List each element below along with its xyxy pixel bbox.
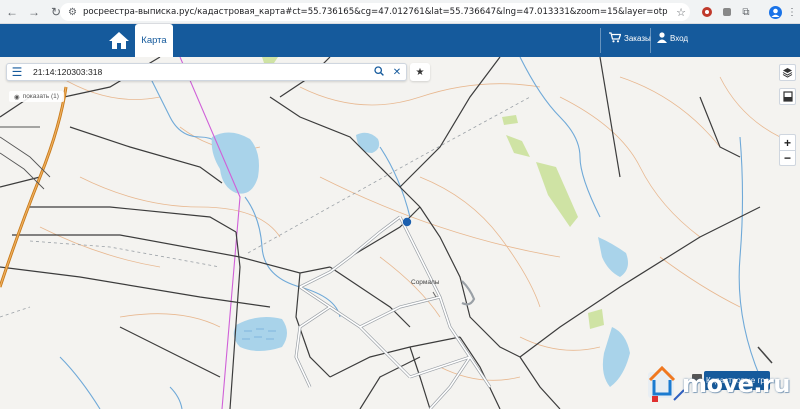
search-icon[interactable] [370,65,388,79]
map-symbol [757,346,773,364]
address-bar[interactable]: ⚙ росреестра-выписка.рус/кадастровая_кар… [60,3,690,21]
settlement-label: Сормалы [411,279,440,286]
forest-patch [502,115,518,125]
favorite-star-button[interactable]: ★ [410,63,430,81]
map-canvas[interactable] [0,57,800,409]
water-pond [356,132,380,153]
orders-button[interactable]: Заказы [609,32,651,45]
site-header: Карта Заказы Вход [0,24,800,57]
admin-boundary [179,57,241,409]
forest-patch [536,162,578,227]
print-button[interactable] [779,88,796,105]
show-results-button[interactable]: ◉ показать (1) [9,91,64,102]
streams [59,57,761,409]
zoom-in-button[interactable]: + [780,135,795,150]
cadastral-search-input[interactable] [27,64,370,80]
show-results-label: показать (1) [22,93,59,100]
extension-icon[interactable] [699,4,715,20]
url-text[interactable]: росреестра-выписка.рус/кадастровая_карта… [83,7,672,17]
highway-inner [0,86,67,288]
header-divider [600,28,601,53]
zoom-control: + − [779,134,796,166]
document-icon [782,91,793,102]
water-lake [211,132,259,194]
cadastral-parcel-marker[interactable] [402,217,412,227]
user-icon [657,32,667,45]
login-label: Вход [670,34,689,43]
railway-tracks [0,126,51,190]
back-icon[interactable]: ← [2,2,22,22]
layers-button[interactable] [779,64,796,81]
cart-icon [609,32,622,45]
cadastral-map[interactable]: Сормалы [0,57,800,409]
profile-avatar-icon[interactable] [767,4,783,20]
layers-icon [782,68,793,78]
water-marsh [233,317,287,351]
main-roads-inner [295,216,491,409]
login-button[interactable]: Вход [657,32,688,45]
map-symbol [432,291,437,298]
zoom-out-button[interactable]: − [780,150,795,165]
bookmark-star-icon[interactable]: ☆ [672,6,690,19]
extensions-puzzle-icon[interactable]: ⧉ [738,4,754,20]
home-icon[interactable] [108,30,130,50]
watermark-text: move.ru [682,370,790,398]
contour-lines [39,76,781,381]
eye-icon: ◉ [14,93,20,101]
menu-icon[interactable]: ☰ [7,64,27,80]
water-pond [598,237,628,277]
browser-menu-icon[interactable]: ⋮ [784,4,800,20]
main-roads [294,215,492,409]
forward-icon[interactable]: → [24,2,44,22]
tab-map[interactable]: Карта [135,24,173,57]
forest-patch [506,135,530,157]
water-pond [602,327,630,387]
extension-icon-2[interactable] [719,4,735,20]
clear-search-icon[interactable]: ✕ [388,67,406,78]
cadastral-search-box: ☰ ✕ [6,63,407,81]
browser-toolbar: ← → ↻ ⚙ росреестра-выписка.рус/кадастров… [0,0,800,24]
site-info-icon[interactable]: ⚙ [68,7,77,18]
forest-patch [588,309,604,329]
header-divider-2 [650,28,651,53]
orders-label: Заказы [624,34,651,43]
